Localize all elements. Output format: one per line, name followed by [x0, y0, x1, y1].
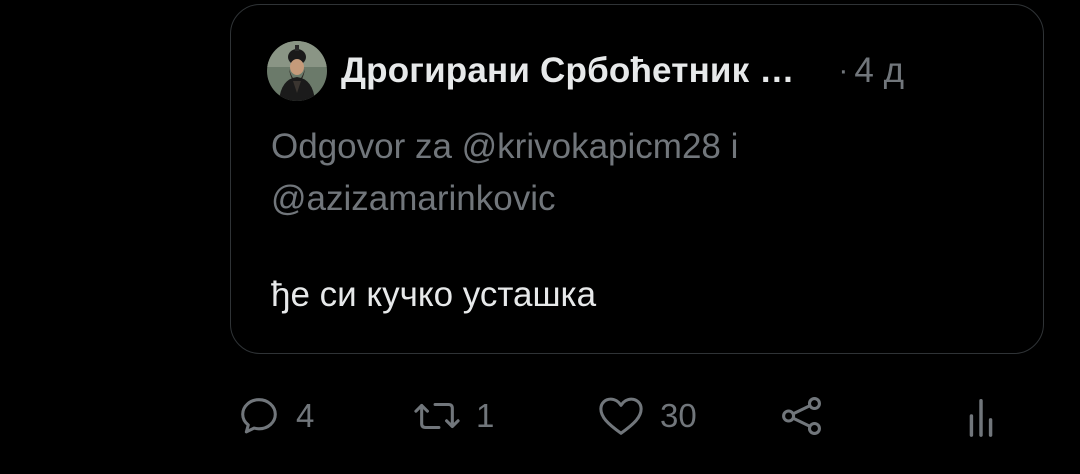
- timestamp[interactable]: 4 д: [854, 51, 904, 91]
- share-button[interactable]: [778, 388, 826, 444]
- quoted-tweet-header: Дрогирани Србоћетник … · 4 д: [267, 39, 1011, 103]
- stats-button[interactable]: [966, 388, 996, 444]
- reply-to-line-2[interactable]: @azizamarinkovic: [271, 173, 971, 225]
- separator-dot: ·: [838, 54, 849, 87]
- quoted-tweet-text: ђе си кучко усташка: [271, 275, 597, 314]
- like-count: 30: [660, 397, 697, 434]
- reply-button[interactable]: 4: [236, 388, 314, 444]
- retweet-count: 1: [476, 397, 495, 434]
- reply-icon: [241, 398, 277, 434]
- retweet-button[interactable]: 1: [412, 388, 494, 444]
- stats-icon: [969, 398, 993, 437]
- reply-count: 4: [296, 397, 315, 434]
- avatar-priest-icon: [267, 41, 327, 101]
- author-name-ellipsis: …: [759, 51, 795, 90]
- heart-icon: [599, 397, 643, 435]
- like-button[interactable]: 30: [596, 388, 697, 444]
- reply-to-line: Odgovor za @krivokapicm28 i @azizamarink…: [271, 121, 971, 225]
- share-icon: [782, 397, 821, 435]
- quoted-tweet-card[interactable]: Дрогирани Србоћетник … · 4 д Odgovor za …: [230, 4, 1044, 354]
- retweet-icon: [414, 402, 460, 430]
- tweet-actions-bar: 4 1 30: [236, 388, 1006, 444]
- reply-to-line-1[interactable]: Odgovor za @krivokapicm28 i: [271, 121, 971, 173]
- avatar[interactable]: [267, 41, 327, 101]
- author-name[interactable]: Дрогирани Србоћетник: [341, 51, 749, 91]
